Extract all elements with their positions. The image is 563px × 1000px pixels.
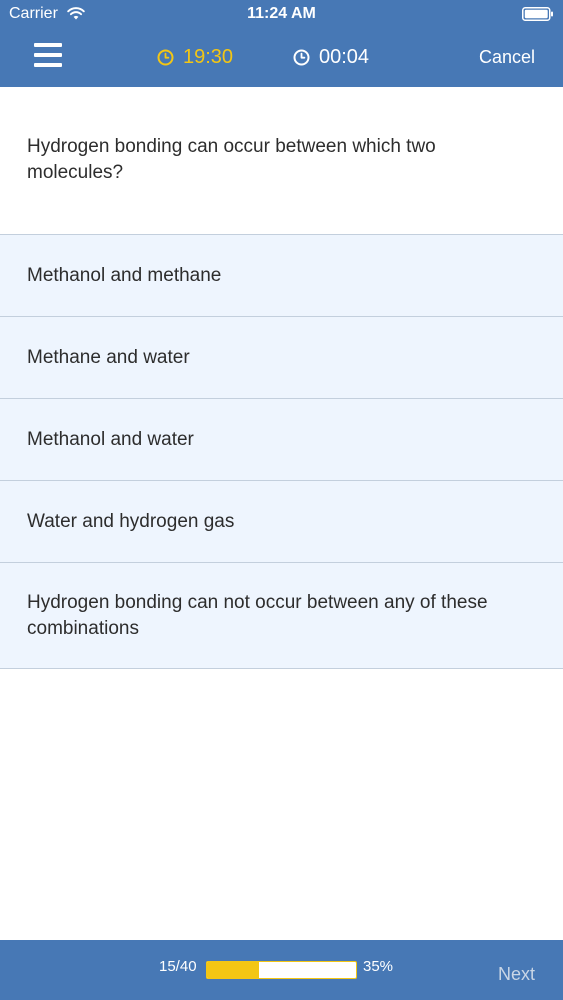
battery-icon — [522, 7, 553, 21]
next-button[interactable]: Next — [498, 963, 535, 985]
clock-icon — [293, 49, 310, 65]
answer-option[interactable]: Methanol and methane — [0, 234, 563, 316]
answer-option[interactable]: Methanol and water — [0, 398, 563, 480]
answer-option[interactable]: Methane and water — [0, 316, 563, 398]
cancel-button[interactable]: Cancel — [479, 45, 535, 69]
time-limit-value: 19:30 — [183, 46, 234, 68]
nav-bar: 19:30 00:04 Cancel — [0, 30, 563, 87]
quiz-screen: Carrier 11:24 AM 19:30 00:04 Cancel Hydr… — [0, 0, 563, 1000]
header: Carrier 11:24 AM 19:30 00:04 Cancel — [0, 0, 563, 87]
progress-count: 15/40 — [159, 958, 197, 975]
answer-list: Methanol and methane Methane and water M… — [0, 234, 563, 669]
time-limit-timer: 19:30 — [157, 45, 233, 69]
question-text: Hydrogen bonding can occur between which… — [0, 87, 563, 234]
answer-option[interactable]: Water and hydrogen gas — [0, 480, 563, 562]
elapsed-time-value: 00:04 — [319, 46, 370, 68]
progress-percent: 35% — [363, 958, 394, 975]
clock-icon — [157, 49, 174, 65]
progress-bar-fill — [207, 962, 260, 978]
elapsed-timer: 00:04 — [293, 45, 369, 69]
progress-bar — [206, 961, 357, 979]
answer-option[interactable]: Hydrogen bonding can not occur between a… — [0, 562, 563, 669]
bottom-bar: 15/40 35% Next — [0, 940, 563, 1000]
status-time: 11:24 AM — [247, 5, 316, 22]
status-bar: Carrier 11:24 AM — [0, 0, 563, 30]
hamburger-menu-icon[interactable] — [34, 43, 62, 67]
